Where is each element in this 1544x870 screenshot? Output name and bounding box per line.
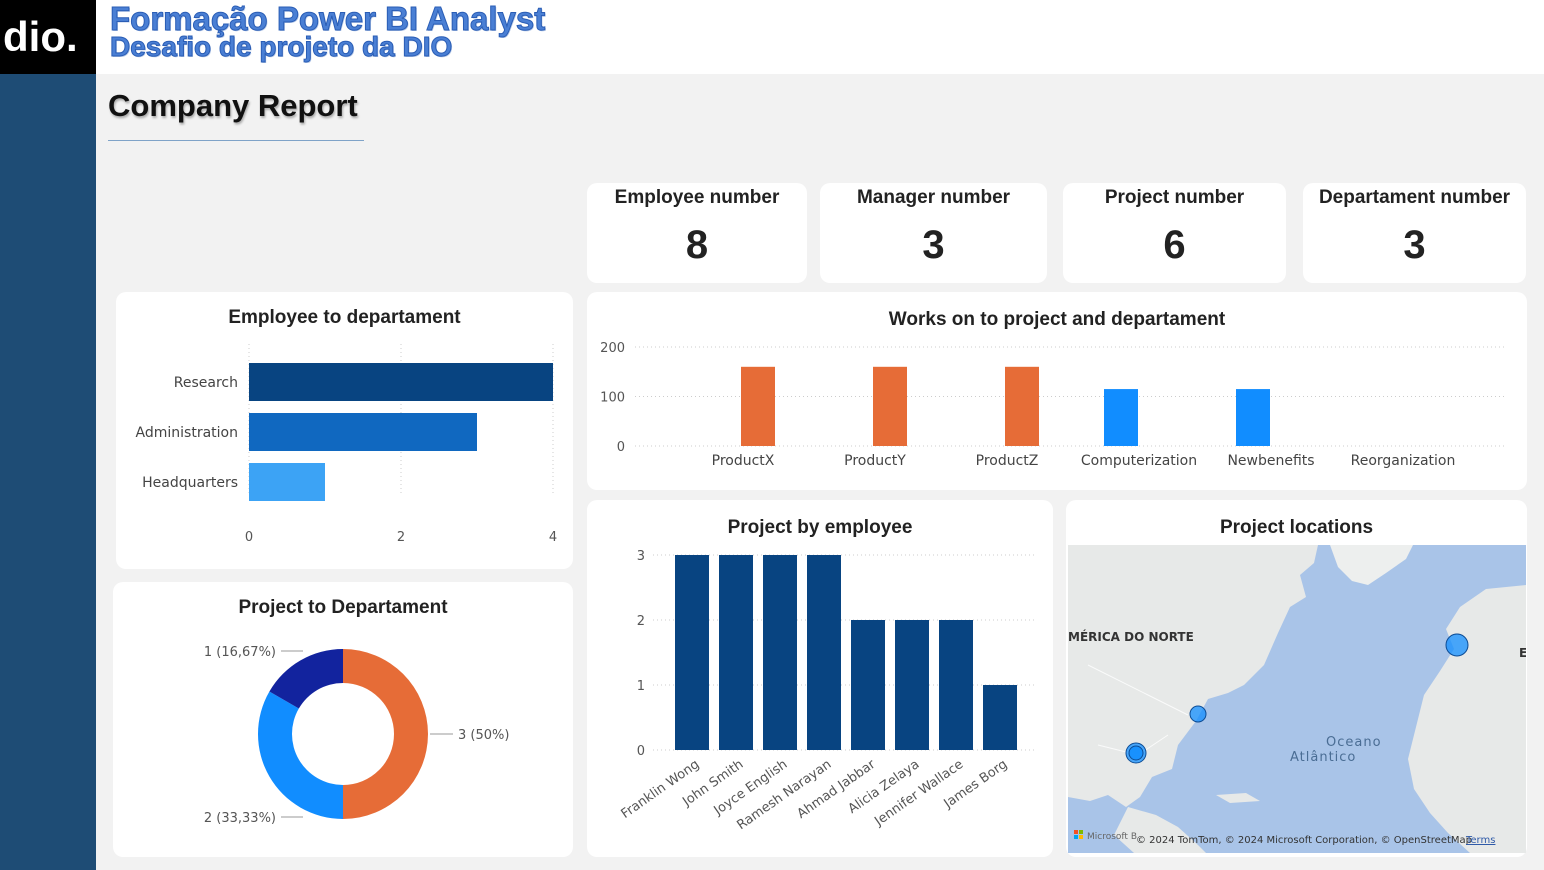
bar [249, 463, 325, 501]
map-terms-link[interactable]: Terms [1465, 835, 1495, 846]
bar [1005, 366, 1039, 446]
map-point[interactable] [1128, 745, 1144, 761]
category-label: ProductZ [976, 453, 1039, 469]
x-tick-label: 0 [245, 530, 253, 545]
kpi-card-departament[interactable]: Departament number 3 [1303, 183, 1526, 283]
map-label-ocean-2: Atlântico [1290, 750, 1356, 765]
map-svg: MÉRICA DO NORTE Oceano Atlântico E Micro… [1068, 545, 1526, 853]
slice-label: 3 (50%) [458, 728, 509, 743]
map-label-continent: MÉRICA DO NORTE [1068, 629, 1194, 644]
y-tick-label: 1 [637, 679, 645, 694]
donut-slice [343, 649, 428, 819]
bar [873, 366, 907, 446]
project-map[interactable]: MÉRICA DO NORTE Oceano Atlântico E Micro… [1068, 545, 1526, 853]
y-tick-label: 0 [617, 440, 625, 455]
category-label: ProductY [844, 453, 906, 469]
bar [741, 366, 775, 446]
category-label: Newbenefits [1227, 453, 1314, 469]
bar [939, 620, 973, 750]
map-attribution[interactable]: © 2024 TomTom, © 2024 Microsoft Corporat… [1136, 835, 1472, 846]
kpi-label: Departament number [1318, 187, 1511, 208]
bar [249, 413, 477, 451]
title-underline [108, 140, 364, 141]
slice-label: 2 (33,33%) [204, 811, 276, 826]
bar [851, 620, 885, 750]
header-subtitle: Desafio de projeto da DIO [109, 31, 453, 63]
kpi-card-project[interactable]: Project number 6 [1063, 183, 1286, 283]
category-label: Research [174, 375, 238, 391]
kpi-value: 3 [922, 223, 945, 267]
kpi-value: 3 [1403, 223, 1426, 267]
category-label: Computerization [1081, 453, 1197, 469]
sidebar [0, 0, 96, 870]
bar [1104, 389, 1138, 446]
kpi-card-employee[interactable]: Employee number 8 [587, 183, 807, 283]
map-title: Project locations [1219, 517, 1374, 538]
bar [807, 555, 841, 750]
kpi-card-manager[interactable]: Manager number 3 [820, 183, 1047, 283]
x-tick-label: 2 [397, 530, 405, 545]
bar [983, 685, 1017, 750]
map-label-ocean-1: Oceano [1326, 735, 1382, 750]
dio-logo-icon: dio. [3, 13, 78, 60]
project-employee-chart: 0123Franklin WongJohn SmithJoyce English… [619, 549, 1037, 833]
page-title: Company Report [108, 88, 358, 123]
bar [675, 555, 709, 750]
bar [763, 555, 797, 750]
logo-text: dio. [3, 13, 78, 60]
card-project-by-employee[interactable]: Project by employee 0 1 2 3 Franklin Wong Joh… [587, 500, 1053, 857]
y-tick-label: 2 [637, 614, 645, 629]
bar [719, 555, 753, 750]
category-label: ProductX [712, 453, 775, 469]
card-employee-to-departament[interactable]: Employee to departament 0 2 4 Research Admin… [116, 292, 573, 569]
employee-departament-chart: 0 2 4 Research Administration Headquarters [136, 344, 557, 545]
card-works-on[interactable]: Works on to project and departament 0 100… [587, 292, 1527, 490]
project-departament-donut: 3 (50%) 2 (33,33%) 1 (16,67%) [204, 645, 510, 826]
y-tick-label: 200 [600, 341, 625, 356]
kpi-label: Employee number [614, 187, 780, 208]
kpi-label: Manager number [856, 187, 1011, 208]
top-header: Formação Power BI Analyst Desafio de pro… [96, 0, 1538, 74]
bar [895, 620, 929, 750]
category-label: Headquarters [142, 475, 238, 491]
y-tick-label: 3 [637, 549, 645, 564]
y-tick-label: 0 [637, 744, 645, 759]
dio-logo: dio. [0, 0, 96, 74]
kpi-value: 6 [1163, 223, 1186, 267]
map-point[interactable] [1445, 633, 1469, 657]
kpi-value: 8 [685, 223, 709, 267]
y-tick-label: 100 [600, 391, 625, 406]
bar [1236, 389, 1270, 446]
category-label: Reorganization [1351, 453, 1456, 469]
kpi-label: Project number [1104, 187, 1245, 208]
card-project-to-departament[interactable]: Project to Departament 3 (50%) 2 (33,33%)… [113, 582, 573, 857]
slice-label: 1 (16,67%) [204, 645, 276, 660]
donut-slice [258, 691, 343, 819]
x-tick-label: 4 [549, 530, 557, 545]
map-logo-text: Microsoft B [1087, 832, 1137, 842]
map-point[interactable] [1189, 705, 1207, 723]
category-label: Administration [136, 425, 238, 441]
map-label-edge: E [1519, 646, 1526, 660]
bar [249, 363, 553, 401]
works-on-chart: 0 100 200 ProductX ProductY ProductZ Computeri… [600, 341, 1505, 469]
